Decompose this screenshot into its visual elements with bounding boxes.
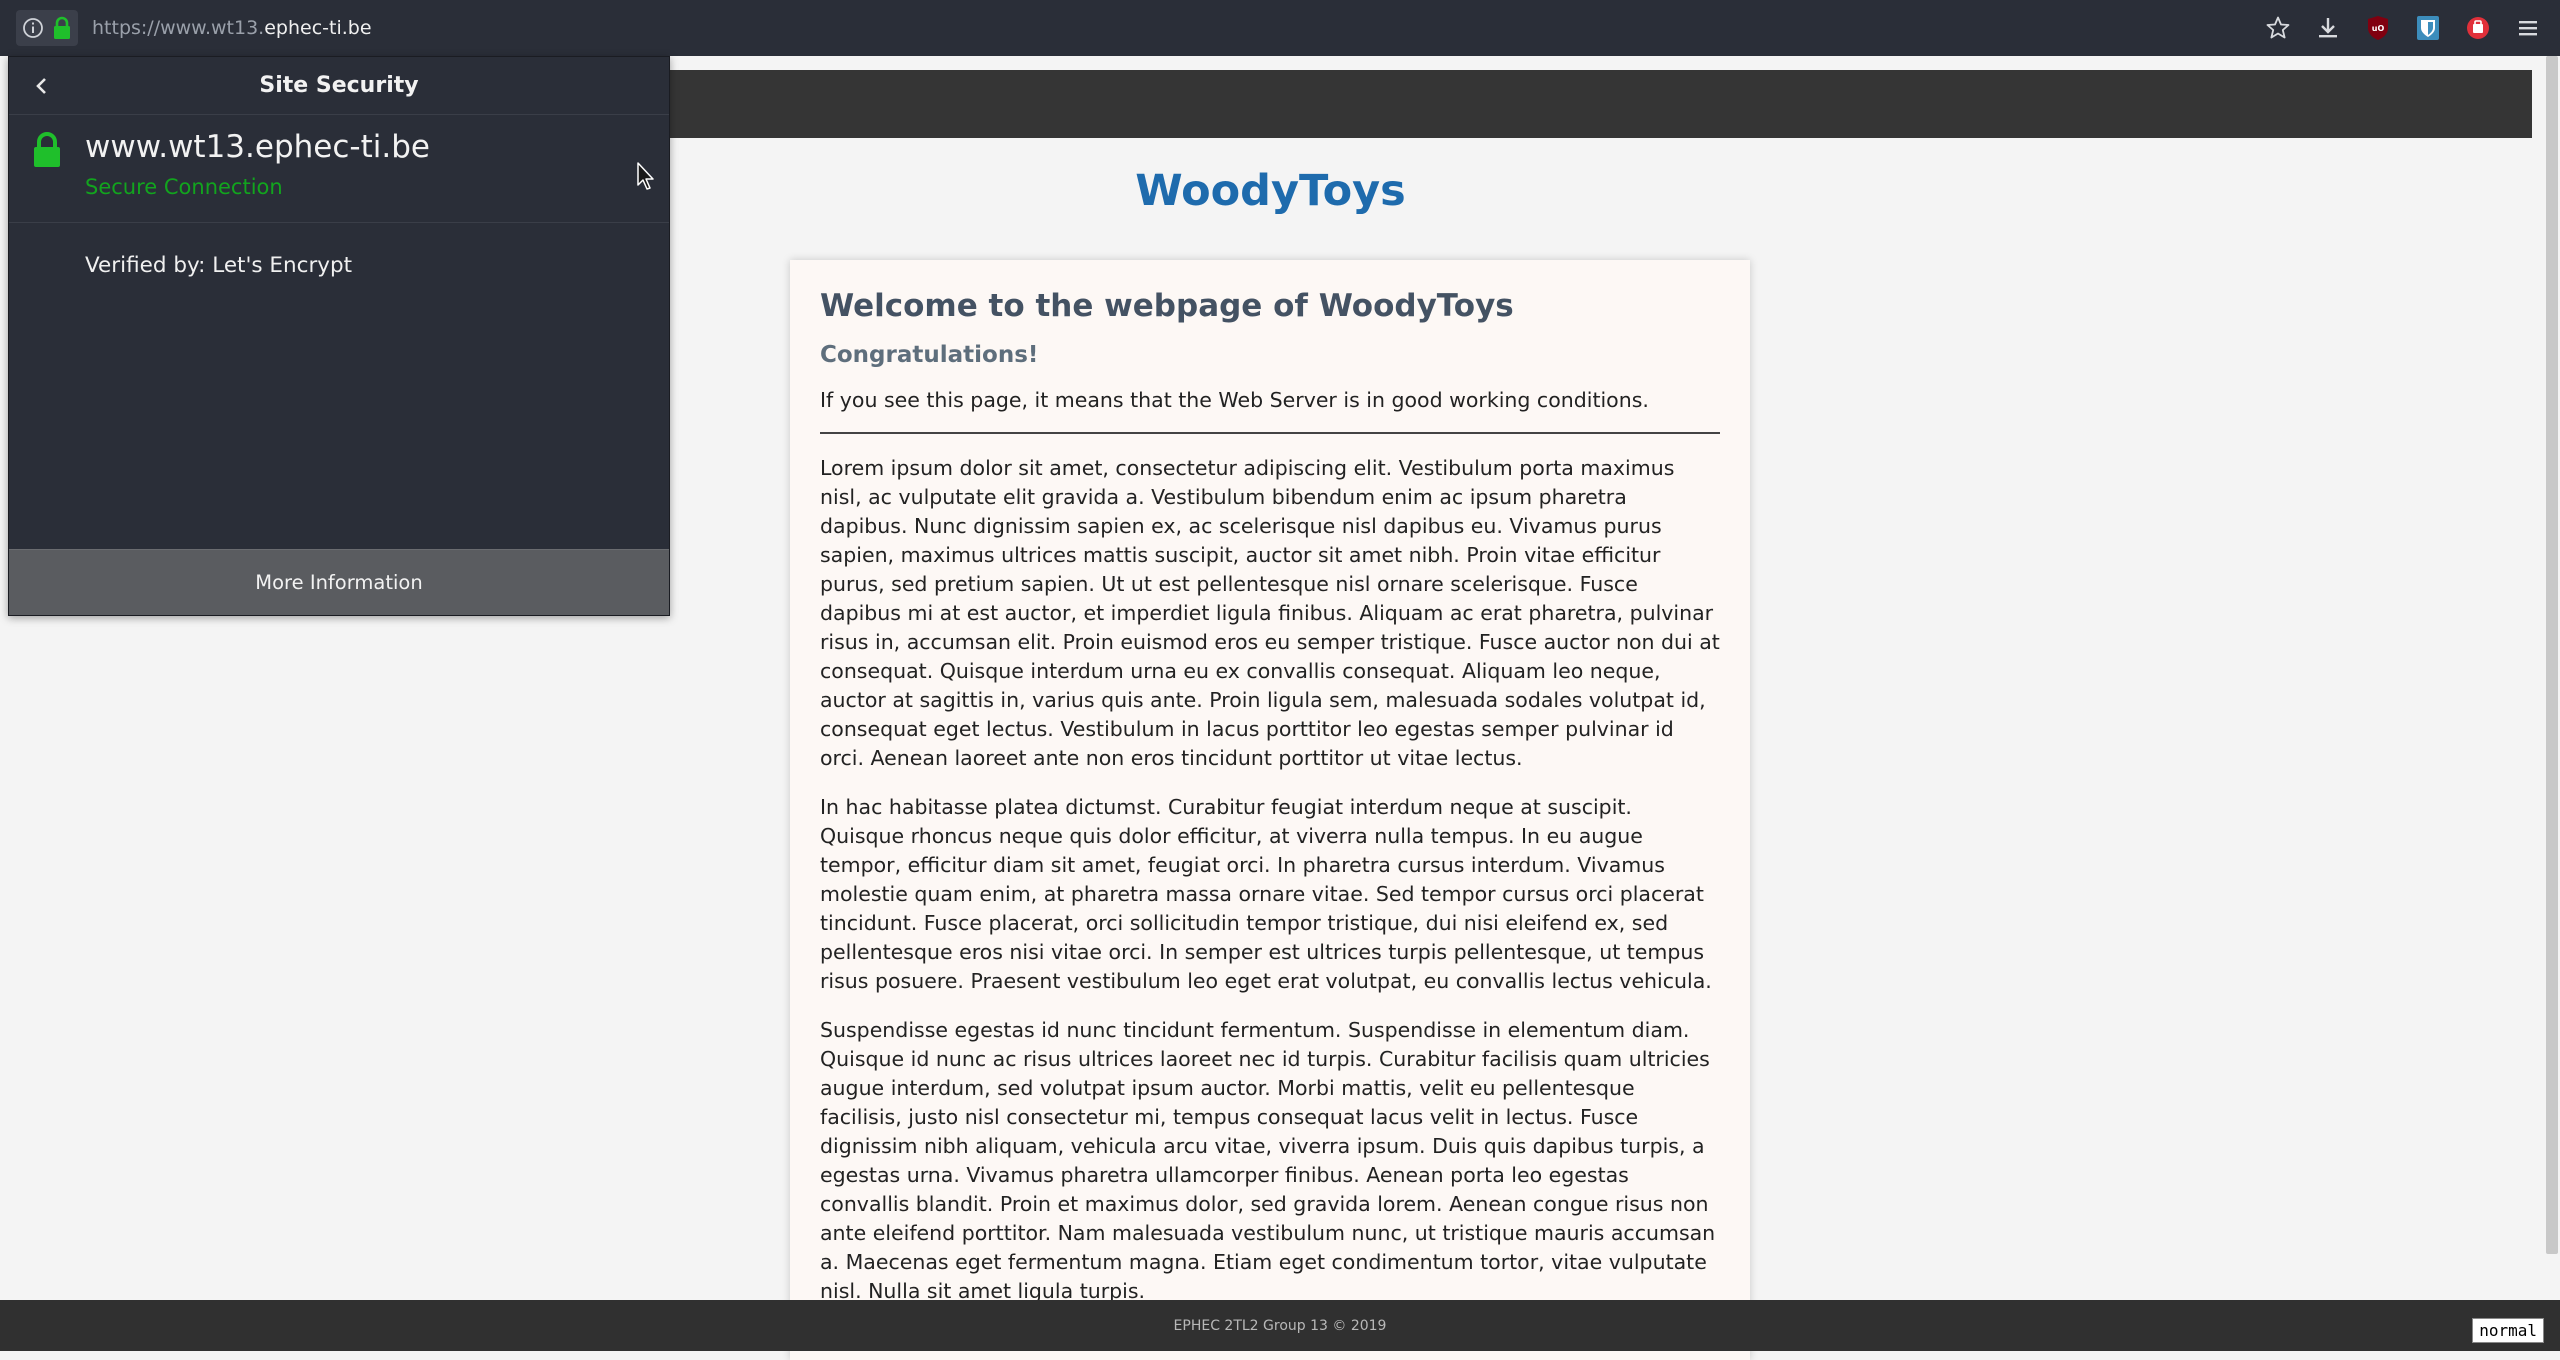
url-domain: ephec-ti.be — [264, 17, 372, 39]
scrollbar-thumb[interactable] — [2546, 56, 2558, 1254]
url-prefix: https://www.wt13. — [92, 17, 265, 39]
footer-text: EPHEC 2TL2 Group 13 © 2019 — [1173, 1317, 1387, 1334]
content-card: Welcome to the webpage of WoodyToys Cong… — [790, 260, 1750, 1360]
site-navbar — [668, 70, 2532, 138]
menu-icon[interactable] — [2514, 14, 2542, 42]
url-bar[interactable]: https://www.wt13.ephec-ti.be — [0, 0, 372, 56]
mouse-cursor-icon — [636, 161, 656, 195]
chevron-left-icon — [36, 78, 46, 94]
more-information-button[interactable]: More Information — [9, 549, 669, 615]
back-button[interactable] — [27, 71, 57, 101]
identity-box[interactable] — [16, 10, 78, 46]
paragraph: Suspendisse egestas id nunc tincidunt fe… — [820, 1018, 1716, 1303]
download-icon[interactable] — [2314, 14, 2342, 42]
mode-indicator: normal — [2472, 1318, 2544, 1343]
lead-text: If you see this page, it means that the … — [820, 388, 1649, 412]
site-footer: EPHEC 2TL2 Group 13 © 2019 — [0, 1300, 2560, 1351]
addon-icon[interactable] — [2464, 14, 2492, 42]
paragraph: Lorem ipsum dolor sit amet, consectetur … — [820, 456, 1720, 770]
ublock-icon[interactable]: uO — [2364, 14, 2392, 42]
panel-header: Site Security — [9, 57, 669, 115]
more-information-label: More Information — [255, 571, 423, 594]
site-host: www.wt13.ephec-ti.be — [85, 129, 430, 165]
site-title: WoodyToys — [1135, 166, 1406, 216]
bitwarden-icon[interactable] — [2414, 14, 2442, 42]
panel-title: Site Security — [259, 73, 419, 98]
page-subheading: Congratulations! — [820, 342, 1039, 368]
url-text[interactable]: https://www.wt13.ephec-ti.be — [92, 17, 372, 39]
browser-toolbar: https://www.wt13.ephec-ti.be uO — [0, 0, 2560, 56]
divider — [820, 432, 1720, 434]
info-icon[interactable] — [22, 17, 44, 39]
site-security-panel: Site Security www.wt13.ephec-ti.be Secur… — [8, 56, 670, 616]
lock-icon[interactable] — [52, 16, 72, 40]
connection-status: Secure Connection — [85, 175, 283, 199]
paragraph: In hac habitasse platea dictumst. Curabi… — [820, 795, 1712, 993]
connection-row: www.wt13.ephec-ti.be Secure Connection — [9, 115, 669, 223]
page-heading: Welcome to the webpage of WoodyToys — [820, 288, 1514, 324]
bookmark-star-icon[interactable] — [2264, 14, 2292, 42]
page-scrollbar[interactable] — [2544, 56, 2560, 1300]
verified-by: Verified by: Let's Encrypt — [85, 253, 353, 278]
svg-text:uO: uO — [2372, 24, 2385, 33]
lock-icon — [31, 131, 63, 173]
